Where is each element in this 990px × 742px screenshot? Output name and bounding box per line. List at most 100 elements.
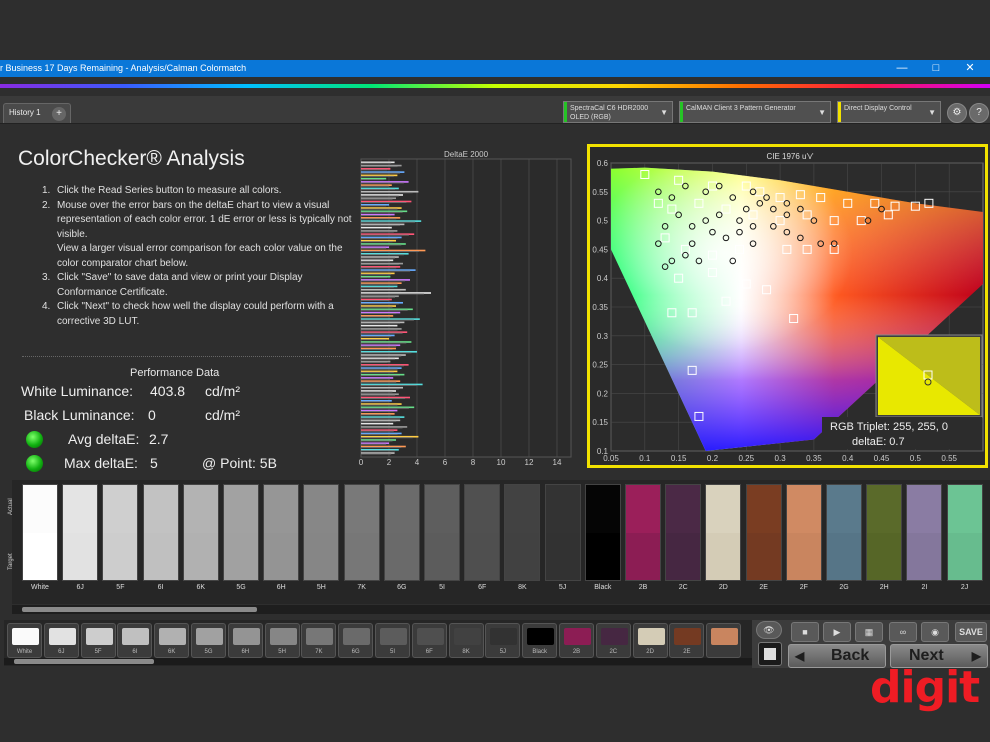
instructions-list: 1. Click the Read Series button to measur…: [40, 184, 360, 329]
actual-color: [103, 485, 138, 533]
patch-button[interactable]: Black: [522, 623, 558, 658]
play-button[interactable]: ▶: [823, 622, 851, 642]
camera-icon[interactable]: ◉: [921, 622, 949, 642]
actual-color: [224, 485, 258, 533]
color-swatch[interactable]: [464, 484, 501, 581]
deltae-bar-shadow: [361, 185, 389, 187]
deltae-bar-shadow: [361, 443, 387, 445]
patch-button[interactable]: 6J: [43, 623, 79, 658]
color-swatch[interactable]: [665, 484, 702, 581]
patch-color: [196, 628, 223, 645]
chevron-down-icon[interactable]: ▼: [660, 108, 668, 117]
patch-button[interactable]: 6G: [338, 623, 374, 658]
swatch-label: 6H: [276, 584, 286, 591]
color-swatch[interactable]: [62, 484, 99, 581]
color-swatch[interactable]: [906, 484, 943, 581]
gear-icon[interactable]: ⚙: [947, 103, 967, 123]
deltae-bar-shadow: [361, 401, 389, 403]
color-swatch[interactable]: [22, 484, 58, 581]
patch-button[interactable]: 6F: [411, 623, 447, 658]
patch-button[interactable]: 6H: [227, 623, 263, 658]
color-swatch[interactable]: [826, 484, 862, 581]
scrollbar-thumb[interactable]: [22, 607, 257, 612]
patch-button[interactable]: 6I: [117, 623, 153, 658]
color-swatch[interactable]: [745, 484, 782, 581]
patch-color: [380, 628, 407, 645]
deltae-bar-shadow: [361, 411, 394, 413]
color-swatch[interactable]: [705, 484, 742, 581]
max-deltae-label: Max deltaE:: [64, 455, 138, 471]
patch-label: White: [16, 649, 33, 655]
read-stop-button[interactable]: ■: [791, 622, 819, 642]
patch-strip-scrollbar[interactable]: [4, 658, 752, 665]
device-name: CalMAN Client 3 Pattern Generator: [686, 105, 796, 112]
save-disk-icon[interactable]: ▦: [855, 622, 883, 642]
color-swatch[interactable]: [263, 484, 300, 581]
color-swatch[interactable]: [102, 484, 139, 581]
color-swatch[interactable]: [866, 484, 903, 581]
chevron-down-icon[interactable]: ▼: [818, 108, 826, 117]
deltae-bar-shadow: [361, 388, 399, 390]
comparator-scrollbar[interactable]: [12, 605, 990, 614]
patch-button[interactable]: 2E: [669, 623, 705, 658]
deltae-bar-shadow: [361, 375, 401, 377]
meter-device-select[interactable]: SpectraCal C6 HDR2000 OLED (RGB) ▼: [563, 101, 673, 123]
chevron-down-icon[interactable]: ▼: [928, 108, 936, 117]
patch-button[interactable]: 5H: [264, 623, 300, 658]
patch-button[interactable]: 5G: [191, 623, 226, 658]
patch-button[interactable]: 2D: [632, 623, 668, 658]
y-tick-label: 0.25: [592, 361, 608, 370]
minimize-icon[interactable]: —: [886, 60, 918, 77]
color-swatch[interactable]: [142, 484, 179, 581]
patch-button[interactable]: [706, 623, 742, 658]
color-swatch[interactable]: [343, 484, 380, 581]
color-swatch[interactable]: [182, 484, 219, 581]
close-icon[interactable]: ✕: [954, 60, 986, 77]
color-swatch[interactable]: [946, 484, 983, 581]
color-swatch[interactable]: [584, 484, 621, 581]
plus-icon[interactable]: +: [52, 107, 66, 121]
color-swatch[interactable]: [544, 484, 581, 581]
save-button[interactable]: SAVE: [955, 622, 987, 642]
help-icon[interactable]: ?: [969, 103, 989, 123]
cie-1976-chart[interactable]: CIE 1976 u'v' 0.05 0.1 0.15 0.2 0.25 0.3 0.35 0…: [590, 147, 985, 465]
patch-button[interactable]: 6K: [154, 623, 190, 658]
target-color: [103, 532, 138, 580]
patch-button[interactable]: 2B: [559, 623, 594, 658]
color-swatch[interactable]: [424, 484, 460, 581]
link-icon[interactable]: ∞: [889, 622, 917, 642]
maximize-icon[interactable]: □: [920, 60, 952, 77]
actual-color: [264, 485, 299, 533]
color-swatch[interactable]: [303, 484, 340, 581]
color-swatch[interactable]: [625, 484, 661, 581]
device-status-bar: [564, 102, 567, 122]
color-swatch[interactable]: [383, 484, 420, 581]
patch-button[interactable]: White: [7, 623, 42, 658]
patch-button[interactable]: 8K: [448, 623, 484, 658]
deltae-bar-shadow: [361, 427, 403, 429]
tab-history-1[interactable]: History 1 +: [3, 103, 71, 123]
deltae-bar-chart[interactable]: DeltaE 2000 0 2 4 6 8 10 12 14: [356, 145, 574, 473]
target-color: [264, 532, 299, 580]
color-swatch[interactable]: [785, 484, 822, 581]
swatch-label: 2E: [759, 584, 768, 591]
color-swatch[interactable]: [504, 484, 541, 581]
patch-button[interactable]: 5J: [485, 623, 521, 658]
deltae-bar-shadow: [361, 355, 402, 357]
pattern-generator-select[interactable]: CalMAN Client 3 Pattern Generator ▼: [679, 101, 831, 123]
stop-button[interactable]: [758, 642, 782, 666]
patch-button[interactable]: 2C: [595, 623, 631, 658]
actual-color: [425, 485, 459, 533]
x-tick-label: 0.5: [910, 454, 922, 463]
white-luminance-unit: cd/m²: [205, 383, 240, 399]
patch-button[interactable]: 7K: [301, 623, 337, 658]
scrollbar-thumb[interactable]: [14, 659, 154, 664]
deltae-bar-shadow: [361, 179, 384, 181]
display-control-select[interactable]: Direct Display Control ▼: [837, 101, 941, 123]
deltae-bar-shadow: [361, 231, 394, 233]
patch-button[interactable]: 5I: [375, 623, 410, 658]
patch-button[interactable]: 5F: [80, 623, 116, 658]
color-swatch[interactable]: [223, 484, 259, 581]
eye-icon[interactable]: 👁: [756, 621, 782, 639]
deltae-bar-shadow: [361, 162, 392, 164]
